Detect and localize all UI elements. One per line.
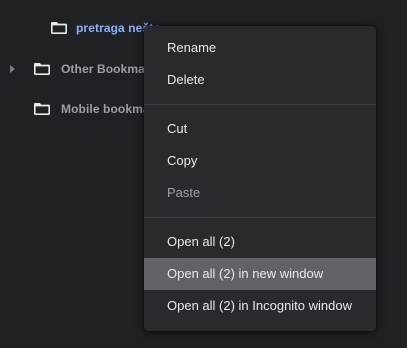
menu-item-cut[interactable]: Cut (144, 113, 376, 145)
menu-item-copy[interactable]: Copy (144, 145, 376, 177)
menu-item-paste[interactable]: Paste (144, 177, 376, 209)
context-menu: Rename Delete Cut Copy Paste Open all (2… (144, 26, 376, 331)
chevron-right-icon[interactable] (10, 65, 15, 73)
folder-icon (34, 103, 50, 115)
menu-separator (144, 217, 376, 218)
menu-item-open-all[interactable]: Open all (2) (144, 226, 376, 258)
menu-item-open-all-incognito[interactable]: Open all (2) in Incognito window (144, 290, 376, 322)
folder-icon (51, 22, 67, 34)
menu-item-open-all-new-window[interactable]: Open all (2) in new window (144, 258, 376, 290)
folder-icon (34, 63, 50, 75)
menu-item-rename[interactable]: Rename (144, 32, 376, 64)
menu-separator (144, 104, 376, 105)
menu-item-delete[interactable]: Delete (144, 64, 376, 96)
